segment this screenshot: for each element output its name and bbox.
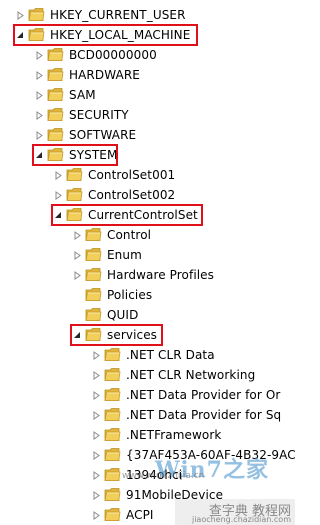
folder-icon xyxy=(104,387,121,402)
collapsed-arrow-icon[interactable] xyxy=(34,90,44,100)
expanded-arrow-icon[interactable] xyxy=(53,210,63,220)
registry-tree: HKEY_CURRENT_USER HKEY_LOCAL_MACHINE BCD00… xyxy=(0,0,296,525)
tree-node-hardware[interactable]: HARDWARE xyxy=(0,65,295,85)
folder-icon xyxy=(104,507,121,522)
collapsed-arrow-icon[interactable] xyxy=(34,130,44,140)
tree-node-label: Enum xyxy=(107,248,142,262)
tree-node-label: BCD00000000 xyxy=(69,48,157,62)
tree-node-controlset002[interactable]: ControlSet002 xyxy=(0,185,295,205)
tree-node-services[interactable]: services xyxy=(0,325,295,345)
collapsed-arrow-icon[interactable] xyxy=(34,50,44,60)
folder-icon xyxy=(47,127,64,142)
folder-icon xyxy=(85,247,102,262)
expanded-arrow-icon[interactable] xyxy=(34,150,44,160)
tree-node-sam[interactable]: SAM xyxy=(0,85,295,105)
tree-node-label: ControlSet002 xyxy=(88,188,176,202)
tree-node-net-data-provider-for-or[interactable]: .NET Data Provider for Or xyxy=(0,385,295,405)
tree-node-label: SAM xyxy=(69,88,96,102)
tree-node-bcd00000000[interactable]: BCD00000000 xyxy=(0,45,295,65)
collapsed-arrow-icon[interactable] xyxy=(91,410,101,420)
tree-node-label: CurrentControlSet xyxy=(88,208,198,222)
expanded-arrow-icon[interactable] xyxy=(15,30,25,40)
folder-icon xyxy=(85,307,102,322)
tree-node-label: HKEY_CURRENT_USER xyxy=(50,8,186,22)
tree-node-label: ControlSet001 xyxy=(88,168,176,182)
tree-node-label: Control xyxy=(107,228,152,242)
collapsed-arrow-icon[interactable] xyxy=(15,10,25,20)
tree-node-enum[interactable]: Enum xyxy=(0,245,295,265)
tree-node-software[interactable]: SOFTWARE xyxy=(0,125,295,145)
folder-icon xyxy=(28,7,45,22)
tree-node-netframework[interactable]: .NETFramework xyxy=(0,425,295,445)
tree-node-label: HKEY_LOCAL_MACHINE xyxy=(50,28,191,42)
tree-node-controlset001[interactable]: ControlSet001 xyxy=(0,165,295,185)
collapsed-arrow-icon[interactable] xyxy=(53,170,63,180)
expanded-arrow-icon[interactable] xyxy=(72,330,82,340)
tree-node-quid[interactable]: QUID xyxy=(0,305,295,325)
folder-icon xyxy=(66,187,83,202)
tree-node-label: .NETFramework xyxy=(126,428,222,442)
tree-node-security[interactable]: SECURITY xyxy=(0,105,295,125)
tree-node-currentcontrolset[interactable]: CurrentControlSet xyxy=(0,205,295,225)
collapsed-arrow-icon[interactable] xyxy=(91,470,101,480)
folder-icon xyxy=(104,487,121,502)
tree-node-label: SECURITY xyxy=(69,108,129,122)
folder-icon xyxy=(104,427,121,442)
collapsed-arrow-icon[interactable] xyxy=(91,370,101,380)
collapsed-arrow-icon[interactable] xyxy=(53,190,63,200)
tree-node-label: SYSTEM xyxy=(69,148,118,162)
folder-icon xyxy=(47,47,64,62)
tree-node-label: services xyxy=(107,328,158,342)
folder-icon xyxy=(47,147,64,162)
tree-node-label: Hardware Profiles xyxy=(107,268,215,282)
collapsed-arrow-icon[interactable] xyxy=(91,390,101,400)
tree-node-net-data-provider-for-sq[interactable]: .NET Data Provider for Sq xyxy=(0,405,295,425)
folder-icon xyxy=(47,107,64,122)
folder-icon xyxy=(104,467,121,482)
tree-node-hkey-local-machine[interactable]: HKEY_LOCAL_MACHINE xyxy=(0,25,295,45)
tree-node-net-clr-networking[interactable]: .NET CLR Networking xyxy=(0,365,295,385)
watermark-url: www.win7zhijia.cn xyxy=(122,471,205,481)
folder-icon xyxy=(85,227,102,242)
collapsed-arrow-icon[interactable] xyxy=(72,250,82,260)
collapsed-arrow-icon[interactable] xyxy=(72,270,82,280)
collapsed-arrow-icon[interactable] xyxy=(91,350,101,360)
tree-node-label: SOFTWARE xyxy=(69,128,137,142)
tree-node-system[interactable]: SYSTEM xyxy=(0,145,295,165)
tree-node-label: Policies xyxy=(107,288,153,302)
tree-node-control[interactable]: Control xyxy=(0,225,295,245)
tree-node-label: ACPI xyxy=(126,508,154,522)
collapsed-arrow-icon[interactable] xyxy=(91,450,101,460)
folder-icon xyxy=(104,367,121,382)
tree-node-label: .NET Data Provider for Or xyxy=(126,388,281,402)
folder-icon xyxy=(28,27,45,42)
tree-node-policies[interactable]: Policies xyxy=(0,285,295,305)
tree-node-net-clr-data[interactable]: .NET CLR Data xyxy=(0,345,295,365)
corner-watermark: 查字典 教程网 jiaocheng.chazidian.com xyxy=(175,499,295,525)
tree-node-label: QUID xyxy=(107,308,139,322)
tree-node-label: .NET CLR Data xyxy=(126,348,215,362)
folder-icon xyxy=(47,67,64,82)
collapsed-arrow-icon[interactable] xyxy=(34,110,44,120)
tree-node-label: HARDWARE xyxy=(69,68,140,82)
collapsed-arrow-icon[interactable] xyxy=(91,510,101,520)
tree-node-label: .NET CLR Networking xyxy=(126,368,256,382)
collapsed-arrow-icon[interactable] xyxy=(91,430,101,440)
folder-icon xyxy=(85,267,102,282)
folder-icon xyxy=(66,207,83,222)
folder-icon xyxy=(104,347,121,362)
corner-watermark-url: jiaocheng.chazidian.com xyxy=(191,515,291,524)
folder-icon xyxy=(66,167,83,182)
collapsed-arrow-icon[interactable] xyxy=(34,70,44,80)
folder-icon xyxy=(47,87,64,102)
folder-icon xyxy=(85,287,102,302)
collapsed-arrow-icon[interactable] xyxy=(91,490,101,500)
collapsed-arrow-icon[interactable] xyxy=(72,230,82,240)
tree-node-label: .NET Data Provider for Sq xyxy=(126,408,282,422)
folder-icon xyxy=(104,407,121,422)
tree-node-hkey-current-user[interactable]: HKEY_CURRENT_USER xyxy=(0,5,295,25)
folder-icon xyxy=(85,327,102,342)
folder-icon xyxy=(104,447,121,462)
tree-node-hardware-profiles[interactable]: Hardware Profiles xyxy=(0,265,295,285)
